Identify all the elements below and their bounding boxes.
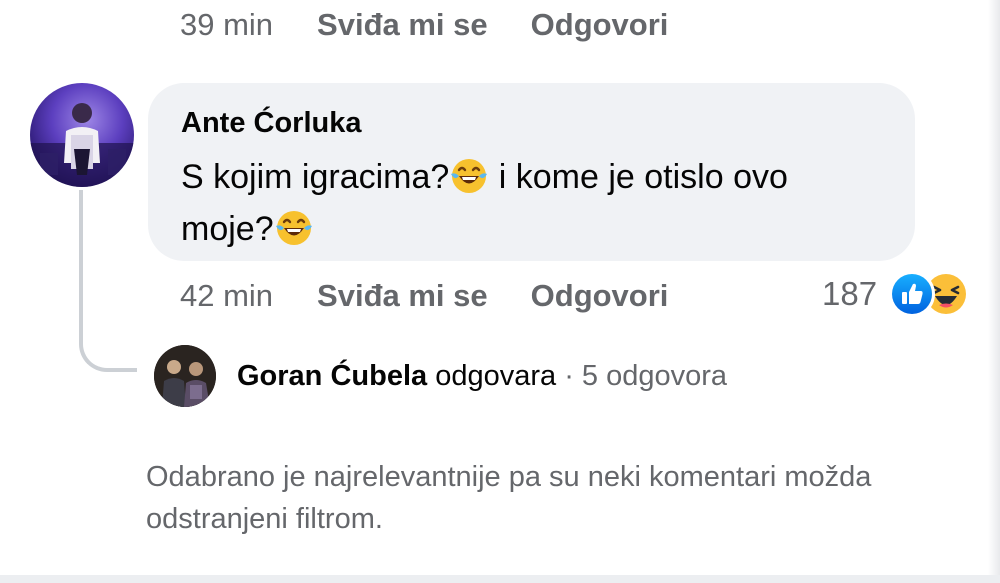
comment-time[interactable]: 42 min xyxy=(180,278,273,314)
comment-bubble: Ante Ćorluka S kojim igracima? i kome je… xyxy=(148,83,915,261)
comment-text-part1: S kojim igracima? xyxy=(181,158,450,196)
scroll-edge xyxy=(988,0,1000,583)
replies-summary[interactable]: Goran Ćubela odgovara · 5 odgovora xyxy=(237,360,727,393)
avatar[interactable] xyxy=(30,83,134,187)
reply-count: · 5 odgovora xyxy=(556,359,728,392)
bottom-divider xyxy=(0,575,1000,583)
reply-button[interactable]: Odgovori xyxy=(531,7,669,43)
comment-time[interactable]: 39 min xyxy=(180,7,273,43)
comment-actions: 42 min Sviđa mi se Odgovori xyxy=(180,276,668,316)
like-icon xyxy=(889,271,936,317)
like-button[interactable]: Sviđa mi se xyxy=(317,7,488,43)
previous-comment-actions: 39 min Sviđa mi se Odgovori xyxy=(180,5,668,45)
grinning-with-tears-emoji xyxy=(274,207,314,247)
reply-author: Goran Ćubela xyxy=(237,359,428,392)
filter-notice: Odabrano je najrelevantnije pa su neki k… xyxy=(146,461,872,535)
avatar[interactable] xyxy=(154,345,216,407)
comment-author[interactable]: Ante Ćorluka xyxy=(181,107,361,140)
reaction-count: 187 xyxy=(822,275,878,312)
thread-connector xyxy=(79,190,137,372)
comment-text-part3: moje? xyxy=(181,210,274,248)
reaction-summary[interactable]: 187 xyxy=(822,271,970,317)
comment-text: S kojim igracima? i kome je otislo ovo m… xyxy=(181,151,901,255)
reply-button[interactable]: Odgovori xyxy=(531,278,669,314)
reply-verb: odgovara xyxy=(427,359,557,392)
view-replies[interactable]: Goran Ćubela odgovara · 5 odgovora xyxy=(154,344,727,408)
grinning-with-tears-emoji xyxy=(449,155,489,195)
like-button[interactable]: Sviđa mi se xyxy=(317,278,488,314)
comment-text-part2: i kome je otislo ovo xyxy=(489,158,788,196)
